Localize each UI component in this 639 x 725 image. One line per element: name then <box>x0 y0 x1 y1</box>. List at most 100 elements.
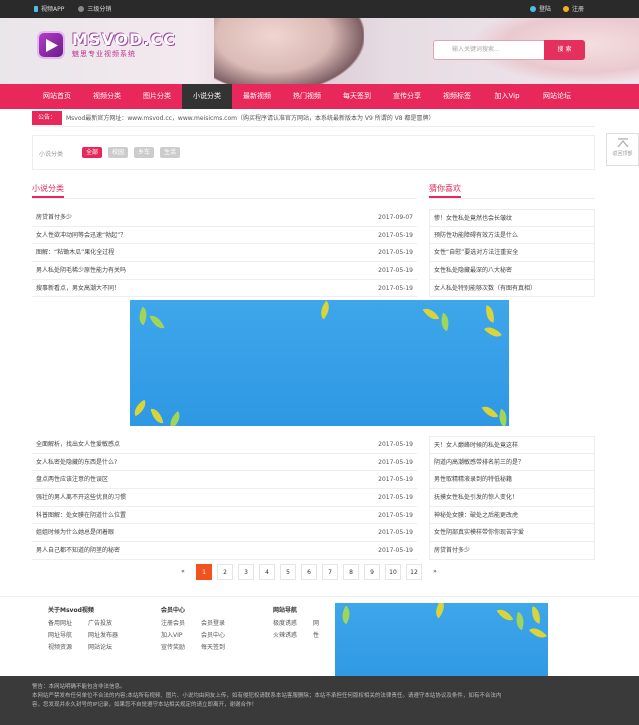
list-item-title[interactable]: 搜事新看点，男女高潮大不同！ <box>32 285 120 292</box>
recommend-item-title[interactable]: 神秘处女膜：破处之后能更改虎 <box>430 512 518 519</box>
search-input[interactable]: 输入关键词搜索... <box>433 40 545 60</box>
list-item[interactable]: 女人性欲冲动同等会迅速“勃起”？ 2017-05-19 <box>32 227 417 245</box>
footer-link[interactable]: 视频资源 <box>48 642 88 651</box>
page-button[interactable]: » <box>427 564 443 580</box>
footer-link[interactable]: 网站论坛 <box>88 642 128 651</box>
nav-item[interactable]: 图片分类 <box>132 84 182 109</box>
page-button[interactable]: 7 <box>322 564 338 580</box>
recommend-item-title[interactable]: 惨！女性私处竟然也会长皱纹 <box>430 215 512 222</box>
footer-link[interactable]: 网址发布器 <box>88 630 128 639</box>
back-to-top-button[interactable]: 返回顶部 <box>606 133 639 166</box>
recommend-item[interactable]: 惨！女性私处竟然也会长皱纹 <box>429 209 595 227</box>
page-button[interactable]: 10 <box>385 564 401 580</box>
recommend-item-title[interactable]: 抚摸女性私处引发的惊人变化！ <box>430 494 518 501</box>
recommend-item[interactable]: 女性“自慰”要选对方法注重安全 <box>429 244 595 263</box>
nav-item[interactable]: 每天签到 <box>332 84 382 109</box>
recommend-item[interactable]: 天！女人巅峰时候的私处竟这样 <box>429 436 595 454</box>
footer-link[interactable]: 会员中心 <box>201 630 241 639</box>
footer-link[interactable]: 网址导航 <box>48 630 88 639</box>
nav-item[interactable]: 视频标签 <box>432 84 482 109</box>
list-item-title[interactable]: 盘点两性应该注意的性误区 <box>32 476 108 483</box>
list-item-title[interactable]: 全面解析，找出女人性爱敏感点 <box>32 441 120 448</box>
app-link[interactable]: 视频APP <box>34 4 64 13</box>
recommend-item[interactable]: 女性私处隐藏最深的八大秘密 <box>429 262 595 280</box>
nav-item[interactable]: 最新视频 <box>232 84 282 109</box>
recommend-item[interactable]: 女性阴部真实模样带你你现苦字爱 <box>429 524 595 543</box>
logo-play-icon[interactable] <box>37 31 65 59</box>
list-item-title[interactable]: 强壮的男人离不开这些优良的习惯 <box>32 494 126 501</box>
recommend-item[interactable]: 女人私处特别能够次数（有图有真相） <box>429 279 595 298</box>
recommend-item[interactable]: 预防性功能障碍有效方法是什么 <box>429 226 595 245</box>
footer-link[interactable]: 广告投放 <box>88 618 128 627</box>
nav-item[interactable]: 视频分类 <box>82 84 132 109</box>
recommend-item-title[interactable]: 阴道内高潮敏感带排名前三的是？ <box>430 459 524 466</box>
list-item[interactable]: 科普图解：处女膜在阴道什么位置 2017-05-19 <box>32 507 417 525</box>
list-item[interactable]: 图解：“粘锄木瓜”果化全过程 2017-05-19 <box>32 244 417 263</box>
footer-link[interactable]: 火辣诱惑 <box>273 630 313 639</box>
list-item[interactable]: 搜事新看点，男女高潮大不同！ 2017-05-19 <box>32 280 417 298</box>
list-item-title[interactable]: 男人自己都不知道的阴茎的秘密 <box>32 547 120 554</box>
logo-text[interactable]: MSVOD.CC <box>72 30 176 49</box>
login-link[interactable]: 登陆 <box>529 4 551 13</box>
page-button[interactable]: 6 <box>301 564 317 580</box>
filter-chip[interactable]: 生活 <box>160 147 181 158</box>
footer-link[interactable]: 加入VIP <box>161 630 201 639</box>
recommend-item-title[interactable]: 男性取精精液录到的特低秘籍 <box>430 476 512 483</box>
nav-item[interactable]: 小说分类 <box>182 84 232 109</box>
register-link[interactable]: 注册 <box>562 4 584 13</box>
page-button[interactable]: 12 <box>406 564 422 580</box>
footer-link[interactable]: 注册会员 <box>161 618 201 627</box>
list-item[interactable]: 全面解析，找出女人性爱敏感点 2017-05-19 <box>32 436 417 454</box>
filter-chip[interactable]: 全部 <box>82 147 103 158</box>
page-button[interactable]: 2 <box>217 564 233 580</box>
list-item[interactable]: 盘点两性应该注意的性误区 2017-05-19 <box>32 471 417 490</box>
footer-link[interactable]: 会员登录 <box>201 618 241 627</box>
nav-item[interactable]: 网站首页 <box>32 84 82 109</box>
filter-chip[interactable]: 乡车 <box>134 147 155 158</box>
list-item-title[interactable]: 女人性欲冲动同等会迅速“勃起”？ <box>32 232 126 239</box>
list-item[interactable]: 女人私密处隐藏的东西是什么? 2017-05-19 <box>32 454 417 472</box>
recommend-item-title[interactable]: 房贷首付多少 <box>430 547 470 554</box>
page-button[interactable]: 5 <box>280 564 296 580</box>
list-item-title[interactable]: 女人私密处隐藏的东西是什么? <box>32 459 117 466</box>
page-button[interactable]: « <box>175 564 191 580</box>
nav-item[interactable]: 网站论坛 <box>532 84 582 109</box>
ad-banner-middle[interactable] <box>130 300 509 426</box>
recommend-item-title[interactable]: 预防性功能障碍有效方法是什么 <box>430 232 518 239</box>
footer-link[interactable]: 每天签到 <box>201 642 241 651</box>
page-button[interactable]: 4 <box>259 564 275 580</box>
recommend-item[interactable]: 房贷首付多少 <box>429 542 595 560</box>
list-item[interactable]: 男人私处阴毛稀少原性能力有关吗 2017-05-19 <box>32 262 417 280</box>
recommend-item[interactable]: 阴道内高潮敏感带排名前三的是？ <box>429 453 595 472</box>
list-item-title[interactable]: 科普图解：处女膜在阴道什么位置 <box>32 512 126 519</box>
footer-link[interactable]: 宣传奖励 <box>161 642 201 651</box>
list-item-title[interactable]: 姐姐时候为什么她总是闭着眼 <box>32 529 114 536</box>
list-item[interactable]: 男人自己都不知道的阴茎的秘密 2017-05-19 <box>32 542 417 560</box>
search-button[interactable]: 搜 索 <box>544 40 585 60</box>
list-item-title[interactable]: 男人私处阴毛稀少原性能力有关吗 <box>32 267 126 274</box>
recommend-item[interactable]: 男性取精精液录到的特低秘籍 <box>429 471 595 490</box>
footer-link[interactable]: 极度诱惑 <box>273 618 313 627</box>
recommend-item-title[interactable]: 女人私处特别能够次数（有图有真相） <box>430 285 536 292</box>
filter-chip[interactable]: 校园 <box>108 147 129 158</box>
list-item-title[interactable]: 房贷首付多少 <box>32 214 72 221</box>
page-button[interactable]: 1 <box>196 564 212 580</box>
list-item-title[interactable]: 图解：“粘锄木瓜”果化全过程 <box>32 249 114 256</box>
list-item[interactable]: 强壮的男人离不开这些优良的习惯 2017-05-19 <box>32 489 417 507</box>
list-item[interactable]: 姐姐时候为什么她总是闭着眼 2017-05-19 <box>32 524 417 543</box>
nav-item[interactable]: 加入Vip <box>482 84 532 109</box>
page-button[interactable]: 3 <box>238 564 254 580</box>
recommend-item-title[interactable]: 女性阴部真实模样带你你现苦字爱 <box>430 529 524 536</box>
page-button[interactable]: 8 <box>343 564 359 580</box>
page-button[interactable]: 9 <box>364 564 380 580</box>
recommend-item-title[interactable]: 天！女人巅峰时候的私处竟这样 <box>430 442 518 449</box>
recommend-item[interactable]: 神秘处女膜：破处之后能更改虎 <box>429 506 595 525</box>
footer-link[interactable]: 备用网址 <box>48 618 88 627</box>
list-item[interactable]: 房贷首付多少 2017-09-07 <box>32 209 417 227</box>
recommend-item[interactable]: 抚摸女性私处引发的惊人变化！ <box>429 489 595 507</box>
recommend-item-title[interactable]: 女性私处隐藏最深的八大秘密 <box>430 267 512 274</box>
nav-item[interactable]: 宣传分享 <box>382 84 432 109</box>
ad-banner-footer[interactable] <box>335 603 548 684</box>
fenxiao-link[interactable]: 三级分销 <box>78 4 111 13</box>
nav-item[interactable]: 热门视频 <box>282 84 332 109</box>
